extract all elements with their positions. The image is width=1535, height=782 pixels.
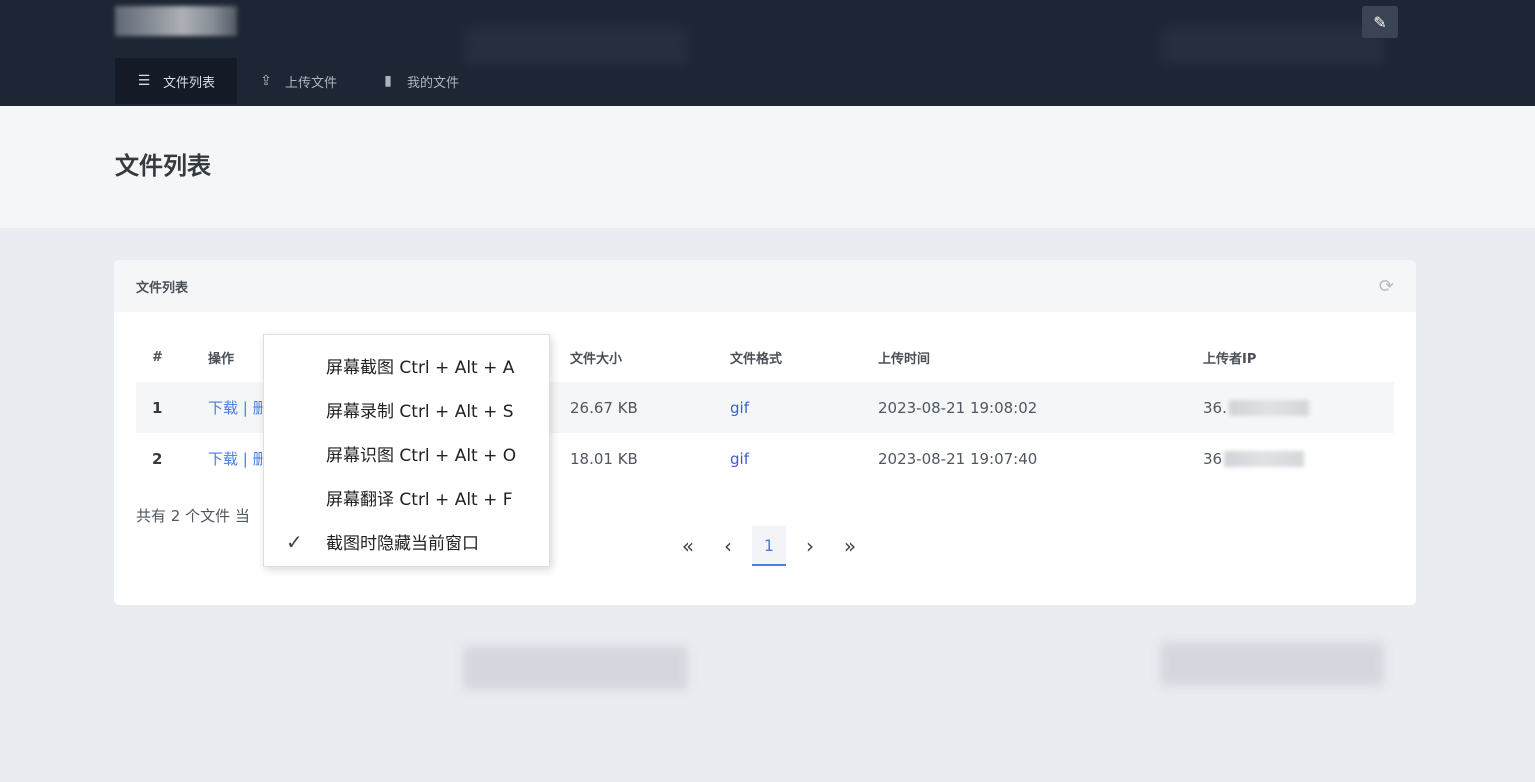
theme-button[interactable]: ✎ (1362, 6, 1398, 38)
nav-item-file-list[interactable]: ☰ 文件列表 (115, 58, 238, 104)
file-size: 18.01 KB (570, 449, 638, 468)
page-header (0, 106, 1535, 228)
main-nav: ☰ 文件列表 ⇪ 上传文件 ▮ 我的文件 (115, 58, 481, 106)
menu-item-hide-window[interactable]: ✓ 截图时隐藏当前窗口 (264, 519, 549, 563)
column-header: 上传时间 (878, 351, 931, 367)
menu-item-screen-translate[interactable]: 屏幕翻译 Ctrl + Alt + F (264, 475, 549, 519)
uploader-ip: 36 (1203, 449, 1223, 468)
download-link[interactable]: 下载 | 删 (208, 450, 268, 468)
file-count-summary: 共有 2 个文件 当 (136, 507, 250, 525)
refresh-icon[interactable]: ⟳ (1379, 276, 1394, 297)
redacted-ip (1224, 451, 1305, 467)
checkmark-icon: ✓ (286, 530, 303, 554)
upload-icon: ⇪ (260, 73, 272, 89)
download-link[interactable]: 下载 | 删 (208, 399, 268, 417)
row-index: 2 (152, 449, 163, 468)
next-page-button[interactable]: › (790, 526, 830, 566)
nav-item-my-files[interactable]: ▮ 我的文件 (359, 58, 481, 104)
file-size: 26.67 KB (554, 382, 714, 433)
blurred-header-text (465, 28, 687, 64)
page-1-button[interactable]: 1 (752, 526, 786, 566)
top-navbar: ✎ ☰ 文件列表 ⇪ 上传文件 ▮ 我的文件 (0, 0, 1535, 106)
nav-item-upload[interactable]: ⇪ 上传文件 (237, 58, 359, 104)
upload-time: 2023-08-21 19:08:02 (862, 382, 1187, 433)
prev-page-button[interactable]: ‹ (708, 526, 748, 566)
menu-item-screen-ocr[interactable]: 屏幕识图 Ctrl + Alt + O (264, 431, 549, 475)
uploader-ip: 36. (1203, 398, 1227, 417)
column-header: # (152, 349, 163, 365)
logo[interactable] (115, 6, 237, 36)
card-header: 文件列表 ⟳ (114, 260, 1416, 312)
file-format: gif (730, 398, 749, 417)
last-page-button[interactable]: » (830, 526, 870, 566)
column-header: 文件格式 (730, 351, 783, 367)
file-format: gif (730, 449, 749, 468)
menu-item-screen-record[interactable]: 屏幕录制 Ctrl + Alt + S (264, 387, 549, 431)
page-title: 文件列表 (115, 152, 211, 180)
upload-time: 2023-08-21 19:07:40 (878, 449, 1038, 468)
file-icon: ▮ (384, 73, 392, 89)
blurred-footer-text (1160, 642, 1384, 686)
blurred-footer-text (463, 646, 688, 690)
context-menu: 屏幕截图 Ctrl + Alt + A 屏幕录制 Ctrl + Alt + S … (263, 334, 550, 567)
pagination: « ‹ 1 › » (668, 526, 870, 566)
column-header: 上传者IP (1203, 351, 1257, 367)
brush-icon: ✎ (1373, 12, 1387, 32)
card-title: 文件列表 (136, 280, 189, 296)
first-page-button[interactable]: « (668, 526, 708, 566)
column-header: 文件大小 (570, 351, 623, 367)
redacted-ip (1228, 400, 1309, 416)
menu-item-screenshot[interactable]: 屏幕截图 Ctrl + Alt + A (264, 343, 549, 387)
blurred-header-text (1162, 28, 1384, 64)
list-icon: ☰ (137, 73, 151, 89)
row-index: 1 (136, 382, 192, 433)
